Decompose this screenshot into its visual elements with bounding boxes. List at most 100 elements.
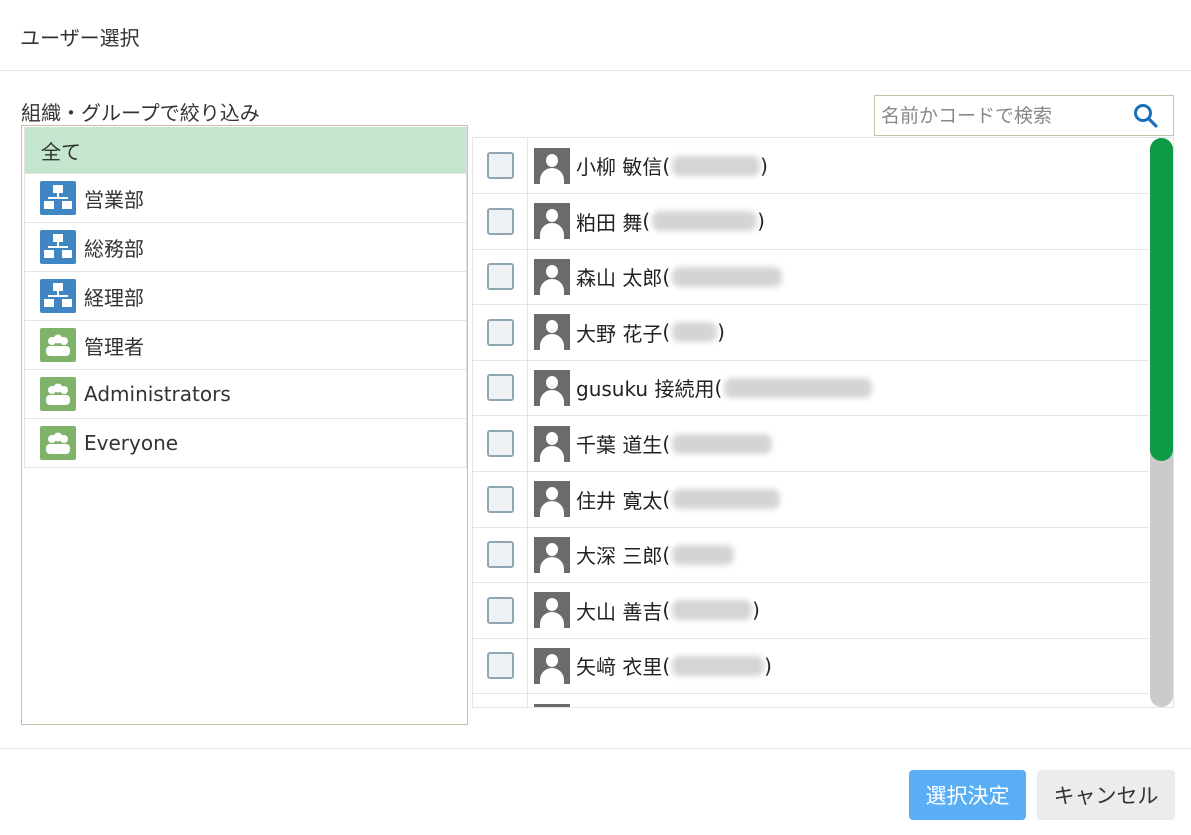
user-code-redacted <box>672 544 735 565</box>
user-list-scrollbar[interactable] <box>1150 138 1173 707</box>
footer-divider <box>0 748 1191 749</box>
checkbox-cell <box>473 471 528 527</box>
group-item[interactable]: 経理部 <box>25 271 466 320</box>
user-avatar-icon <box>534 314 570 351</box>
group-filter-panel: 全て営業部総務部経理部管理者 Administrators Everyone <box>21 125 468 725</box>
user-code-redacted <box>672 322 718 343</box>
user-code-close: ) <box>752 598 760 623</box>
group-icon <box>40 377 76 411</box>
user-avatar-icon <box>534 258 570 295</box>
user-checkbox[interactable] <box>486 318 514 346</box>
user-avatar-icon <box>534 203 570 240</box>
user-name: 大野 花子 <box>576 321 663 346</box>
user-row[interactable] <box>473 694 1149 707</box>
user-code-open: ( <box>662 431 671 456</box>
user-row[interactable]: 小柳 敏信() <box>473 138 1149 194</box>
group-item[interactable]: Everyone <box>25 418 466 467</box>
user-code-redacted <box>652 211 758 232</box>
user-code-redacted <box>672 155 761 176</box>
user-avatar-icon <box>534 536 570 573</box>
checkbox-cell <box>473 694 528 707</box>
scrollbar-thumb[interactable] <box>1150 138 1173 461</box>
user-code-open: ( <box>642 209 651 234</box>
user-row[interactable]: gusuku 接続用( <box>473 360 1149 417</box>
user-avatar-icon <box>534 147 570 184</box>
user-code-redacted <box>672 655 765 676</box>
user-code-close: ) <box>757 209 765 234</box>
user-code-close: ) <box>760 153 768 178</box>
dialog-header: ユーザー選択 <box>0 0 1191 71</box>
user-name: 千葉 道生 <box>576 433 663 457</box>
search-icon[interactable] <box>1133 103 1159 129</box>
user-code-open: ( <box>714 375 723 400</box>
group-item[interactable]: 総務部 <box>25 222 466 271</box>
group-item[interactable]: 管理者 <box>25 320 466 369</box>
organization-icon <box>40 230 76 264</box>
user-row[interactable]: 森山 太郎( <box>473 249 1149 306</box>
group-icon <box>40 328 76 362</box>
user-code-redacted <box>672 266 783 287</box>
group-item-label: 営業部 <box>84 187 144 212</box>
group-list: 全て営業部総務部経理部管理者 Administrators Everyone <box>24 127 467 468</box>
user-checkbox[interactable] <box>486 263 514 291</box>
user-avatar-icon <box>534 481 570 518</box>
checkbox-cell <box>473 360 528 416</box>
group-item-label: Administrators <box>84 382 231 406</box>
organization-icon <box>40 279 76 313</box>
user-code-open: ( <box>662 653 671 678</box>
user-avatar-icon <box>534 369 570 406</box>
group-item-label: Everyone <box>84 431 179 455</box>
user-row[interactable]: 大深 三郎( <box>473 527 1149 584</box>
checkbox-cell <box>473 249 528 305</box>
user-name: 小柳 敏信 <box>576 155 663 179</box>
user-checkbox[interactable] <box>486 374 514 402</box>
group-icon <box>40 426 76 460</box>
checkbox-cell <box>473 582 528 638</box>
user-code-redacted <box>724 377 873 398</box>
user-row[interactable]: 千葉 道生( <box>473 416 1149 472</box>
search-box <box>874 95 1174 136</box>
group-item[interactable]: 営業部 <box>25 173 466 222</box>
user-code-close: ) <box>717 320 725 345</box>
user-checkbox[interactable] <box>486 207 514 235</box>
user-name: 森山 太郎 <box>576 266 663 291</box>
user-code-open: ( <box>662 320 671 345</box>
user-checkbox[interactable] <box>486 541 514 569</box>
user-avatar-icon <box>534 592 570 629</box>
user-code-redacted <box>672 600 753 621</box>
user-name: 大山 善吉 <box>576 599 663 624</box>
filter-label: 組織・グループで絞り込み <box>21 101 260 125</box>
user-code-open: ( <box>662 542 671 567</box>
user-row[interactable]: 大野 花子() <box>473 304 1149 361</box>
checkbox-cell <box>473 193 528 249</box>
user-row[interactable]: 矢﨑 衣里() <box>473 638 1149 695</box>
user-checkbox[interactable] <box>486 430 514 457</box>
user-checkbox[interactable] <box>486 485 514 513</box>
user-code-open: ( <box>662 598 671 623</box>
user-code-open: ( <box>662 487 671 512</box>
user-name: 住井 寛太 <box>576 488 663 513</box>
group-item-label: 総務部 <box>84 236 144 261</box>
user-name: 大深 三郎 <box>576 544 663 569</box>
search-input[interactable] <box>875 96 1125 135</box>
user-code-close: ) <box>764 653 772 678</box>
user-checkbox[interactable] <box>486 652 514 680</box>
group-item[interactable]: Administrators <box>25 369 466 418</box>
user-list-panel: 小柳 敏信() 粕田 舞() 森山 太郎(大野 花子() gusuku 接続用(千葉 … <box>472 137 1174 708</box>
user-code-redacted <box>672 489 781 510</box>
user-code-redacted <box>672 433 773 454</box>
confirm-selection-button[interactable]: 選択決定 <box>909 770 1026 820</box>
user-row[interactable]: 住井 寛太( <box>473 471 1149 528</box>
user-checkbox[interactable] <box>486 152 514 179</box>
dialog-title: ユーザー選択 <box>20 26 140 50</box>
user-row[interactable]: 粕田 舞() <box>473 193 1149 250</box>
checkbox-cell <box>473 138 528 193</box>
group-item-label: 経理部 <box>84 285 144 310</box>
user-checkbox[interactable] <box>486 596 514 624</box>
cancel-button[interactable]: キャンセル <box>1037 770 1175 820</box>
user-code-open: ( <box>662 264 671 289</box>
checkbox-cell <box>473 416 528 471</box>
group-item[interactable]: 全て <box>25 127 466 173</box>
user-row[interactable]: 大山 善吉() <box>473 582 1149 639</box>
user-avatar-icon <box>534 425 570 462</box>
